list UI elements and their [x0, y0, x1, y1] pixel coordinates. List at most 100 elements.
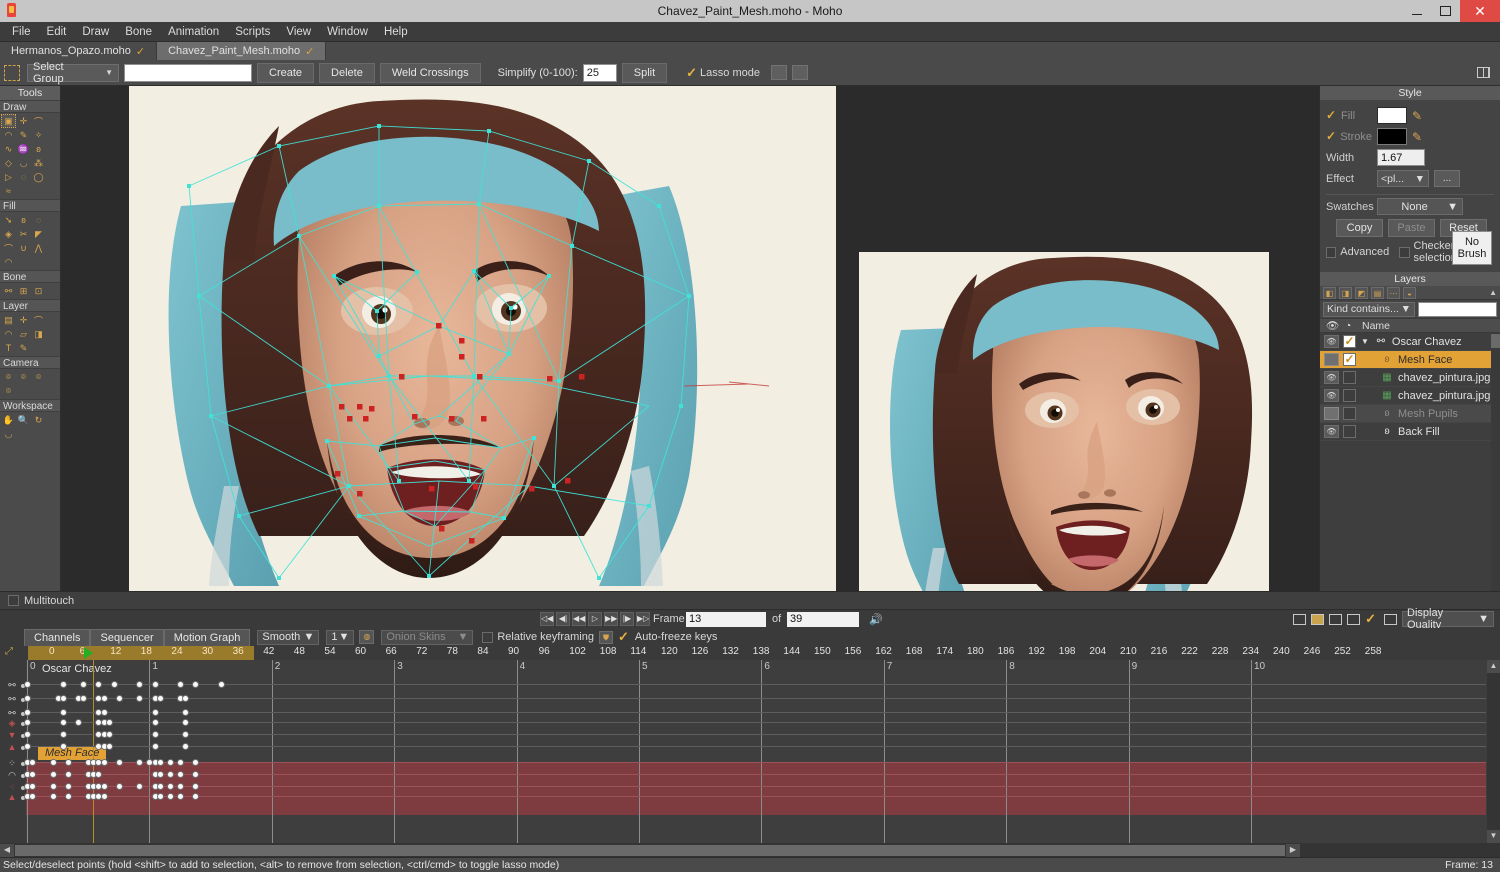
new-group-icon[interactable]: ◩ [1355, 286, 1368, 299]
width-input[interactable]: 1.67 [1377, 149, 1425, 166]
keyframe-marker[interactable] [64, 759, 72, 766]
layer-settings-icon[interactable]: ◒ [1403, 286, 1416, 299]
timeline-playhead[interactable] [93, 660, 95, 843]
secondary-document-view[interactable] [859, 252, 1269, 591]
hatch-icon[interactable]: ≈ [1, 184, 16, 198]
step-back-frame-icon[interactable]: ◀◀ [572, 612, 586, 626]
keyframe-marker[interactable] [24, 743, 31, 750]
keyframe-marker[interactable] [115, 695, 123, 702]
paste-button[interactable]: Paste [1388, 219, 1435, 237]
select-shape-icon[interactable]: ➘ [1, 213, 16, 227]
tab-sequencer[interactable]: Sequencer [90, 628, 164, 646]
document-tab-chavez[interactable]: Chavez_Paint_Mesh.moho ✓ [157, 42, 327, 60]
keyframe-marker[interactable] [151, 731, 159, 738]
select-group-dropdown[interactable]: Select Group ▼ [27, 61, 119, 85]
keyframe-marker[interactable] [151, 719, 159, 726]
step-forward-keyframe-icon[interactable]: |▶ [620, 612, 634, 626]
keyframe-marker[interactable] [59, 681, 67, 688]
keyframe-marker[interactable] [59, 719, 67, 726]
transform-bone-icon[interactable]: ⊞ [16, 284, 31, 298]
visibility-toggle-icon[interactable]: 👁 [1324, 389, 1339, 402]
keyframe-marker[interactable] [100, 759, 108, 766]
ruler-expand-icon[interactable]: ⤢ [0, 646, 28, 660]
blob-brush-icon[interactable]: ◠ [1, 255, 16, 269]
menu-animation[interactable]: Animation [160, 24, 227, 40]
scrollbar-thumb[interactable] [15, 844, 1285, 856]
orbit-workspace-icon[interactable]: ◡ [1, 427, 16, 441]
keyframe-marker[interactable] [192, 681, 200, 688]
keyframe-marker[interactable] [24, 731, 31, 738]
scroll-down-arrow-icon[interactable]: ▼ [1487, 830, 1500, 843]
jump-to-end-icon[interactable]: ▶▷ [636, 612, 650, 626]
scroll-up-arrow-icon[interactable]: ▲ [1487, 660, 1500, 673]
timeline-horizontal-scrollbar[interactable]: ◀ ▶ [0, 843, 1500, 857]
play-icon[interactable]: ▷ [588, 612, 602, 626]
keyframe-marker[interactable] [166, 759, 174, 766]
text-tool-icon[interactable]: T [1, 341, 16, 355]
layer-enable-checkbox[interactable] [1343, 371, 1356, 384]
single-view-icon[interactable] [1293, 613, 1307, 625]
keyframe-marker[interactable] [105, 731, 113, 738]
no-brush-button[interactable]: No Brush [1452, 231, 1492, 265]
keyframe-marker[interactable] [115, 759, 123, 766]
current-frame-input[interactable]: 13 [686, 611, 766, 627]
keyframe-marker[interactable] [100, 793, 108, 800]
interpolation-dropdown[interactable]: Smooth ▼ [257, 629, 320, 645]
curve-shape-icon[interactable]: ∿ [1, 142, 16, 156]
keyframe-marker[interactable] [59, 743, 67, 750]
keyframe-marker[interactable] [156, 695, 164, 702]
keyframe-marker[interactable] [49, 793, 57, 800]
menu-draw[interactable]: Draw [74, 24, 117, 40]
create-button[interactable]: Create [257, 62, 315, 83]
fill-checkbox[interactable]: ✓ Fill [1326, 109, 1372, 122]
scatter-icon[interactable]: ⁂ [31, 156, 46, 170]
curve-profile-icon[interactable]: ∪ [16, 241, 31, 255]
keyframe-marker[interactable] [80, 695, 88, 702]
keyframe-marker[interactable] [156, 759, 164, 766]
menu-view[interactable]: View [278, 24, 319, 40]
timeline-vertical-scrollbar[interactable]: ▲ ▼ [1487, 660, 1500, 843]
keyframe-marker[interactable] [136, 681, 144, 688]
keyframe-marker[interactable] [182, 695, 190, 702]
new-vector-layer-icon[interactable]: ◧ [1323, 286, 1336, 299]
curve-profile-icon[interactable] [770, 65, 787, 80]
keyframe-marker[interactable] [64, 771, 72, 778]
hide-edge-icon[interactable]: ✂ [16, 227, 31, 241]
menu-help[interactable]: Help [376, 24, 416, 40]
split-button[interactable]: Split [621, 62, 668, 83]
layer-row-mesh-pupils[interactable]: ʚ Mesh Pupils [1320, 405, 1500, 423]
layer-enable-checkbox[interactable]: ✓ [1343, 353, 1356, 366]
keyframe-marker[interactable] [182, 731, 190, 738]
keyframe-marker[interactable] [49, 783, 57, 790]
group-name-input[interactable] [124, 63, 252, 82]
menu-scripts[interactable]: Scripts [227, 24, 278, 40]
check-icon[interactable]: ✓ [1365, 611, 1376, 627]
keyframe-marker[interactable] [177, 771, 184, 778]
bend-icon[interactable]: ◡ [16, 156, 31, 170]
noise-icon[interactable]: ♒ [16, 142, 31, 156]
effect-more-button[interactable]: ... [1434, 170, 1460, 187]
checker-selection-checkbox[interactable] [1399, 246, 1410, 258]
ruler-ticks[interactable]: 0 6 12 18 24 30 36 42 48 54 60 66 72 78 84 90 96 102 108 11… [28, 646, 1500, 660]
eyedropper-icon[interactable]: ✎ [1412, 109, 1426, 123]
keyframe-marker[interactable] [177, 759, 184, 766]
delete-edge-icon[interactable]: ▷ [1, 170, 16, 184]
keyframe-marker[interactable] [49, 759, 57, 766]
swatches-dropdown[interactable]: None ▼ [1377, 198, 1463, 215]
panel-toggle-icon[interactable] [1477, 67, 1490, 78]
display-quality-dropdown[interactable]: Display Quality ▼ [1402, 607, 1494, 631]
menu-file[interactable]: File [4, 24, 39, 40]
keyframe-marker[interactable] [100, 695, 108, 702]
set-origin-icon[interactable]: ⌒ [31, 313, 46, 327]
keyframe-marker[interactable] [166, 771, 174, 778]
layer-enable-checkbox[interactable]: ✓ [1343, 335, 1356, 348]
crop-frame-icon[interactable] [1384, 613, 1397, 625]
split-horizontal-view-icon[interactable] [1329, 613, 1343, 625]
keyframe-marker[interactable] [156, 783, 164, 790]
multitouch-checkbox[interactable] [8, 595, 19, 606]
shape-magnet-icon[interactable]: ◌ [16, 170, 31, 184]
keyframe-marker[interactable] [217, 681, 225, 688]
transform-points-icon[interactable]: ✛ [16, 114, 31, 128]
fill-color-swatch[interactable] [1377, 107, 1407, 124]
select-layer-icon[interactable]: ▤ [1, 313, 16, 327]
